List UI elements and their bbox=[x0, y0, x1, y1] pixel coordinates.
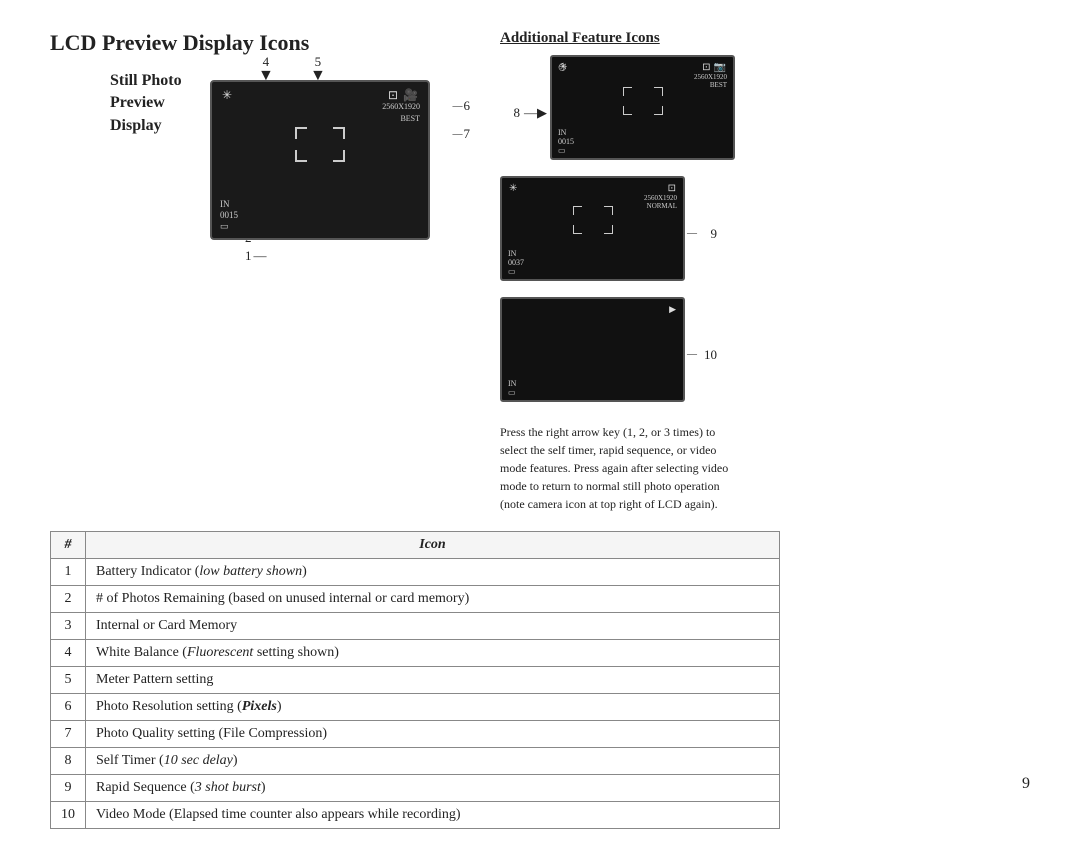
row-desc-1: Battery Indicator (low battery shown) bbox=[86, 559, 780, 586]
arrow-1-label: 1 — bbox=[245, 248, 269, 264]
arrow-6-label: — 6 bbox=[453, 98, 471, 114]
lcd-quality: BEST bbox=[400, 114, 420, 123]
row-desc-8: Self Timer (10 sec delay) bbox=[86, 748, 780, 775]
mini-res-1: 2560X1920 BEST bbox=[694, 73, 727, 89]
mini-battery-1: ▭ bbox=[558, 146, 566, 155]
side-label-8: 8 —▶ ✳ ⊡ 📷 2560X1920 B bbox=[500, 55, 735, 170]
mini-lcd-2: ✳ ⊡ 2560X1920 NORMAL bbox=[500, 176, 685, 281]
table-row: 1 Battery Indicator (low battery shown) bbox=[51, 559, 780, 586]
side-label-9: ✳ ⊡ 2560X1920 NORMAL bbox=[500, 176, 721, 291]
camera-icon: 🎥 bbox=[403, 88, 418, 103]
row-num-1: 1 bbox=[51, 559, 86, 586]
white-balance-icon: ✳ bbox=[222, 88, 232, 103]
row-desc-3: Internal or Card Memory bbox=[86, 613, 780, 640]
row-desc-6: Photo Resolution setting (Pixels) bbox=[86, 694, 780, 721]
lcd-preview-screen: ✳ ⊡ 🎥 2560X1920 BEST bbox=[210, 80, 430, 240]
mini-res-2: 2560X1920 NORMAL bbox=[644, 194, 677, 210]
mini-cam-icon-1: 📷 bbox=[714, 62, 726, 73]
table-row: 3 Internal or Card Memory bbox=[51, 613, 780, 640]
row-num-9: 9 bbox=[51, 775, 86, 802]
row-desc-5: Meter Pattern setting bbox=[86, 667, 780, 694]
table-header-icon: Icon bbox=[86, 532, 780, 559]
lcd-focus-brackets bbox=[295, 127, 345, 162]
mini-lcd-3: ▶ IN ▭ bbox=[500, 297, 685, 402]
lcd-bottom-icons: IN 0015 bbox=[220, 199, 238, 220]
row-desc-7: Photo Quality setting (File Compression) bbox=[86, 721, 780, 748]
row-desc-9: Rapid Sequence (3 shot burst) bbox=[86, 775, 780, 802]
table-row: 5 Meter Pattern setting bbox=[51, 667, 780, 694]
still-photo-label: Still Photo Preview Display bbox=[110, 70, 190, 137]
mini-focus-1 bbox=[623, 87, 663, 115]
table-header-hash: # bbox=[51, 532, 86, 559]
mini-bottom-1: IN 0015 bbox=[558, 128, 574, 146]
row-num-5: 5 bbox=[51, 667, 86, 694]
page-number: 9 bbox=[1022, 775, 1030, 793]
table-row: 2 # of Photos Remaining (based on unused… bbox=[51, 586, 780, 613]
table-row: 10 Video Mode (Elapsed time counter also… bbox=[51, 802, 780, 829]
arrow-5-label: 5 ▼ bbox=[310, 54, 326, 83]
row-num-3: 3 bbox=[51, 613, 86, 640]
memory-icon: IN bbox=[220, 199, 238, 209]
row-num-2: 2 bbox=[51, 586, 86, 613]
description-text: Press the right arrow key (1, 2, or 3 ti… bbox=[500, 423, 730, 513]
side-label-10: ▶ IN ▭ — 10 bbox=[500, 297, 721, 412]
row-desc-10: Video Mode (Elapsed time counter also ap… bbox=[86, 802, 780, 829]
mini-battery-2: ▭ bbox=[508, 267, 516, 276]
mini-focus-2 bbox=[573, 206, 613, 234]
lcd-battery-icon: ▭ bbox=[220, 221, 229, 232]
row-num-6: 6 bbox=[51, 694, 86, 721]
mini-meter-icon-2: ⊡ bbox=[668, 183, 676, 194]
lcd-count: 0015 bbox=[220, 210, 238, 220]
row-num-10: 10 bbox=[51, 802, 86, 829]
arrow-4-label: 4 ▼ bbox=[258, 54, 274, 83]
mini-battery-3: ▭ bbox=[508, 388, 516, 397]
mini-bottom-2: IN 0037 bbox=[508, 249, 524, 267]
icon-table: # Icon 1 Battery Indicator (low battery … bbox=[50, 531, 780, 829]
mini-lcd-1: ✳ ⊡ 📷 2560X1920 BEST ⏱ bbox=[550, 55, 735, 160]
table-row: 4 White Balance (Fluorescent setting sho… bbox=[51, 640, 780, 667]
row-desc-2: # of Photos Remaining (based on unused i… bbox=[86, 586, 780, 613]
page-title: LCD Preview Display Icons bbox=[50, 30, 470, 56]
additional-feature-title: Additional Feature Icons bbox=[500, 30, 660, 47]
mini-meter-icon-1: ⊡ bbox=[702, 62, 710, 73]
mini-wb-icon-2: ✳ bbox=[509, 183, 517, 194]
lcd-resolution: 2560X1920 bbox=[382, 102, 420, 111]
row-num-8: 8 bbox=[51, 748, 86, 775]
table-row: 7 Photo Quality setting (File Compressio… bbox=[51, 721, 780, 748]
timer-icon-1: ⏱ bbox=[558, 62, 567, 75]
row-num-7: 7 bbox=[51, 721, 86, 748]
row-num-4: 4 bbox=[51, 640, 86, 667]
table-row: 8 Self Timer (10 sec delay) bbox=[51, 748, 780, 775]
row-desc-4: White Balance (Fluorescent setting shown… bbox=[86, 640, 780, 667]
arrow-7-label: — 7 bbox=[453, 126, 471, 142]
mini-bottom-3: IN bbox=[508, 379, 516, 388]
mini-video-icon: ▶ bbox=[669, 304, 676, 315]
table-row: 9 Rapid Sequence (3 shot burst) bbox=[51, 775, 780, 802]
meter-icon: ⊡ bbox=[388, 88, 398, 103]
table-row: 6 Photo Resolution setting (Pixels) bbox=[51, 694, 780, 721]
